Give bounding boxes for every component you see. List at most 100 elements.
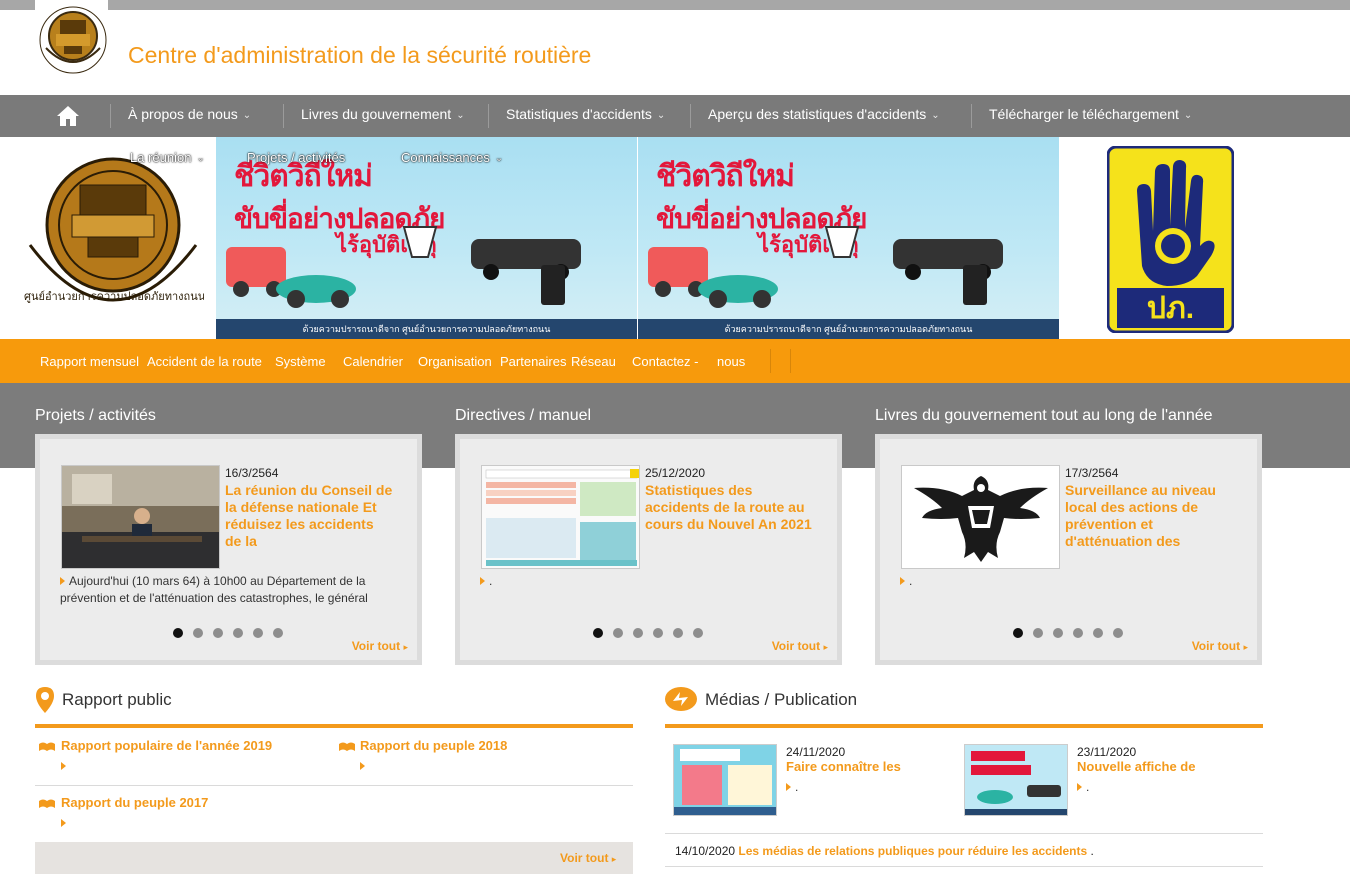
banner-footer: ด้วยความปรารถนาดีจาก ศูนย์อำนวยการความปล…	[638, 319, 1059, 339]
nav-divider	[971, 104, 972, 128]
nav-item-download[interactable]: Télécharger le téléchargement ⌄	[989, 106, 1192, 128]
submenu-label: La réunion	[130, 150, 192, 165]
media-excerpt-text: .	[1086, 780, 1090, 794]
bullet-arrow-icon	[360, 762, 365, 770]
banner-image-1[interactable]: ชีวิตวิถีใหม่ ขับขี่อย่างปลอดภัย ไร้อุบั…	[216, 137, 637, 339]
site-logo-icon[interactable]	[38, 4, 108, 76]
see-all-link[interactable]: Voir tout ▸	[1192, 639, 1248, 653]
bullet-arrow-icon	[61, 819, 66, 827]
news-card-gov-books: 17/3/2564 Surveillance au niveau local d…	[875, 434, 1262, 665]
carousel-dot[interactable]	[693, 628, 703, 638]
submenu-label: Connaissances	[401, 150, 490, 165]
media-headline[interactable]: Faire connaître les	[786, 759, 946, 776]
news-date: 25/12/2020	[645, 466, 706, 480]
see-all-label: Voir tout	[560, 851, 609, 865]
quicklink-road-accident[interactable]: Accident de la route	[147, 354, 262, 369]
divider	[665, 866, 1263, 867]
nav-divider	[110, 104, 111, 128]
nav-item-label: Télécharger le téléchargement	[989, 106, 1179, 122]
nav-item-label: Livres du gouvernement	[301, 106, 452, 122]
news-headline[interactable]: La réunion du Conseil de la défense nati…	[225, 482, 393, 550]
submenu-projects[interactable]: Projets / activités	[247, 150, 345, 165]
nav-item-about[interactable]: À propos de nous ⌄	[128, 106, 251, 128]
quicklink-calendar[interactable]: Calendrier	[343, 354, 403, 369]
home-icon[interactable]	[54, 103, 82, 129]
news-thumbnail[interactable]	[61, 465, 220, 569]
media-date: 24/11/2020	[786, 745, 846, 759]
chevron-right-icon: ▸	[823, 642, 828, 652]
carousel-dot[interactable]	[653, 628, 663, 638]
report-book-icon	[39, 742, 55, 751]
media-date: 23/11/2020	[1077, 745, 1137, 759]
poster-thumbnail-icon	[965, 745, 1067, 815]
quicklink-contact-us[interactable]: nous	[717, 354, 745, 369]
submenu-knowledge[interactable]: Connaissances ⌄	[401, 150, 503, 165]
news-excerpt-text: .	[489, 574, 493, 588]
quicklink-system[interactable]: Système	[275, 354, 326, 369]
carousel-dot[interactable]	[1033, 628, 1043, 638]
carousel-dot[interactable]	[1073, 628, 1083, 638]
news-headline[interactable]: Statistiques des accidents de la route a…	[645, 482, 813, 550]
submenu-meeting[interactable]: La réunion ⌄	[130, 150, 205, 165]
see-all-link[interactable]: Voir tout ▸	[560, 851, 616, 865]
media-row-headline[interactable]: Les médias de relations publiques pour r…	[738, 844, 1087, 858]
quicklink-contact[interactable]: Contactez -	[632, 354, 698, 369]
carousel-dot[interactable]	[193, 628, 203, 638]
carousel-dot[interactable]	[233, 628, 243, 638]
carousel-dot[interactable]	[173, 628, 183, 638]
see-all-label: Voir tout	[771, 639, 821, 653]
quicklink-organization[interactable]: Organisation	[418, 354, 492, 369]
chevron-down-icon: ⌄	[196, 153, 205, 164]
carousel-dot[interactable]	[613, 628, 623, 638]
report-book-icon	[39, 799, 55, 808]
news-card-directives: 25/12/2020 Statistiques des accidents de…	[455, 434, 842, 665]
media-headline[interactable]: Nouvelle affiche de	[1077, 759, 1237, 776]
nav-item-label: À propos de nous	[128, 106, 238, 122]
report-2018-link[interactable]: Rapport du peuple 2018	[360, 738, 507, 753]
report-2017-link[interactable]: Rapport du peuple 2017	[61, 795, 208, 810]
chevron-right-icon: ▸	[403, 642, 408, 652]
emblem-caption: ศูนย์อำนวยการความปลอดภัยทางถนน	[24, 291, 204, 303]
quicklink-network[interactable]: Réseau	[571, 354, 616, 369]
divider	[35, 785, 633, 786]
news-thumbnail[interactable]	[481, 465, 640, 569]
meeting-photo-icon	[62, 466, 219, 568]
news-headline[interactable]: Surveillance au niveau local des actions…	[1065, 482, 1233, 550]
news-excerpt-text: .	[909, 574, 913, 588]
carousel-dot[interactable]	[213, 628, 223, 638]
carousel-dot[interactable]	[593, 628, 603, 638]
see-all-link[interactable]: Voir tout ▸	[352, 639, 408, 653]
carousel-dot[interactable]	[253, 628, 263, 638]
news-excerpt-text: Aujourd'hui (10 mars 64) à 10h00 au Dépa…	[60, 574, 368, 605]
see-all-label: Voir tout	[351, 639, 401, 653]
carousel-dot[interactable]	[1013, 628, 1023, 638]
section-title-directives: Directives / manuel	[455, 407, 592, 424]
report-2019-link[interactable]: Rapport populaire de l'année 2019	[61, 738, 272, 753]
banner-image-2[interactable]: ชีวิตวิถีใหม่ ขับขี่อย่างปลอดภัย ไร้อุบั…	[638, 137, 1059, 339]
carousel-dot[interactable]	[1113, 628, 1123, 638]
carousel-dot[interactable]	[633, 628, 643, 638]
bullet-arrow-icon	[61, 762, 66, 770]
bullet-arrow-icon	[1077, 783, 1082, 791]
quicklink-divider	[770, 349, 771, 373]
media-thumbnail[interactable]	[673, 744, 777, 816]
quicklink-partners[interactable]: Partenaires	[500, 354, 566, 369]
carousel-dot[interactable]	[673, 628, 683, 638]
bullet-arrow-icon	[480, 577, 485, 585]
quicklink-monthly-report[interactable]: Rapport mensuel	[40, 354, 139, 369]
banner-headline-1: ชีวิตวิถีใหม่	[656, 160, 795, 193]
carousel-dot[interactable]	[1093, 628, 1103, 638]
disaster-logo-caption: ปภ.	[1146, 292, 1195, 325]
chevron-down-icon: ⌄	[494, 153, 504, 164]
bullet-arrow-icon	[60, 577, 65, 585]
nav-item-accident-stats[interactable]: Statistiques d'accidents ⌄	[506, 106, 665, 128]
submenu-label: Projets / activités	[247, 150, 346, 165]
report-book-icon	[339, 742, 355, 751]
carousel-dot[interactable]	[273, 628, 283, 638]
nav-item-government-books[interactable]: Livres du gouvernement ⌄	[301, 106, 465, 128]
news-thumbnail[interactable]	[901, 465, 1060, 569]
media-thumbnail[interactable]	[964, 744, 1068, 816]
see-all-link[interactable]: Voir tout ▸	[772, 639, 828, 653]
nav-item-stats-overview[interactable]: Aperçu des statistiques d'accidents ⌄	[708, 106, 940, 128]
carousel-dot[interactable]	[1053, 628, 1063, 638]
